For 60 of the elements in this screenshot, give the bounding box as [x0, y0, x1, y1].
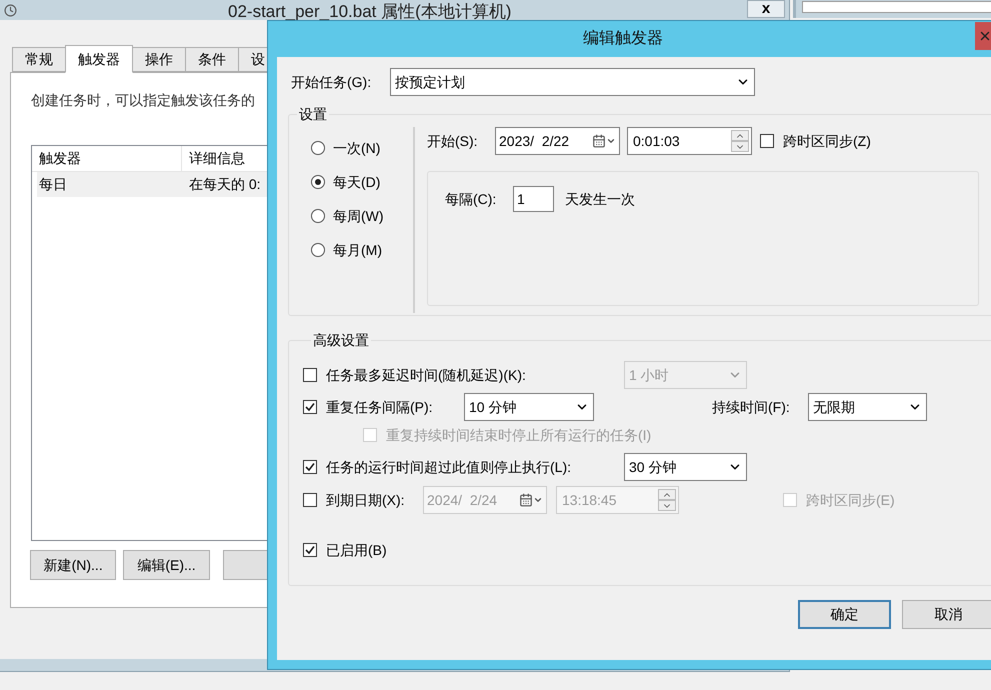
- checkbox-label: 已启用(B): [326, 540, 387, 560]
- repeat-dropdown[interactable]: 10 分钟: [464, 393, 594, 421]
- checkbox-label: 重复任务间隔(P):: [326, 398, 434, 417]
- radio-label: 每月(M): [333, 240, 382, 260]
- checkbox[interactable]: [303, 460, 317, 474]
- tab[interactable]: 触发器: [65, 45, 133, 73]
- duration-dropdown[interactable]: 无限期: [808, 393, 927, 421]
- tab[interactable]: 常规: [12, 47, 66, 72]
- time-field[interactable]: 0:01:03: [627, 127, 752, 155]
- recur-label: 每隔(C):: [445, 190, 498, 209]
- dialog-button[interactable]: 编辑(E)...: [123, 550, 210, 580]
- recur-field[interactable]: 1: [513, 186, 554, 212]
- checkbox[interactable]: [303, 543, 317, 557]
- radio-label: 每周(W): [333, 206, 384, 226]
- calendar-dropdown-icon: [592, 134, 616, 148]
- radio-button[interactable]: [311, 175, 325, 189]
- description-text: 创建任务时，可以指定触发该任务的: [31, 91, 256, 110]
- start-task-dropdown[interactable]: 按预定计划: [390, 68, 755, 96]
- checkbox-label: 到期日期(X):: [326, 490, 406, 510]
- group-title: 设置: [298, 105, 328, 124]
- radio-label: 每天(D): [333, 172, 380, 192]
- close-button[interactable]: x: [747, 0, 785, 18]
- checkmark-icon: [305, 545, 315, 555]
- start-label: 开始(S):: [427, 132, 479, 151]
- dialog-button[interactable]: 确定: [798, 600, 891, 629]
- checkbox-label: 跨时区同步(E): [806, 490, 895, 510]
- checkmark-icon: [305, 462, 315, 472]
- tab[interactable]: 操作: [132, 47, 186, 72]
- radio-button[interactable]: [311, 209, 325, 223]
- date-field[interactable]: 2023/ 2/22: [495, 127, 620, 155]
- checkbox[interactable]: [760, 134, 774, 148]
- list-cell-text: 每日: [38, 175, 68, 194]
- checkbox[interactable]: [303, 400, 317, 414]
- dialog-button[interactable]: 新建(N)...: [30, 550, 116, 580]
- spinner-icon: [658, 489, 676, 511]
- checkbox-label: 任务的运行时间超过此值则停止执行(L):: [326, 458, 572, 477]
- close-icon: [978, 29, 991, 43]
- dialog-button[interactable]: 取消: [902, 600, 991, 629]
- checkbox-label: 重复持续时间结束时停止所有运行的任务(I): [386, 426, 652, 445]
- dialog-title: 编辑触发器: [583, 28, 663, 49]
- recur-suffix: 天发生一次: [565, 190, 635, 209]
- checkbox[interactable]: [303, 493, 317, 507]
- radio-button[interactable]: [311, 243, 325, 257]
- calendar-dropdown-icon: [519, 493, 543, 507]
- radio-button[interactable]: [311, 141, 325, 155]
- tab[interactable]: 条件: [185, 47, 239, 72]
- stop-after-dropdown[interactable]: 30 分钟: [624, 453, 747, 481]
- start-task-label: 开始任务(G):: [290, 72, 372, 92]
- clock-icon: [4, 4, 17, 16]
- radio-label: 一次(N): [333, 138, 380, 158]
- column-header[interactable]: 触发器: [32, 146, 182, 171]
- duration-label: 持续时间(F):: [712, 398, 791, 417]
- checkbox-label: 跨时区同步(Z): [783, 132, 871, 151]
- checkbox[interactable]: [303, 368, 317, 382]
- checkmark-icon: [305, 402, 315, 412]
- spinner-icon: [731, 130, 749, 152]
- window-title: 02-start_per_10.bat 属性(本地计算机): [228, 1, 512, 23]
- group-title: 高级设置: [312, 331, 370, 350]
- checkbox-label: 任务最多延迟时间(随机延迟)(K):: [326, 366, 527, 385]
- list-cell-text: 在每天的 0:: [188, 175, 261, 194]
